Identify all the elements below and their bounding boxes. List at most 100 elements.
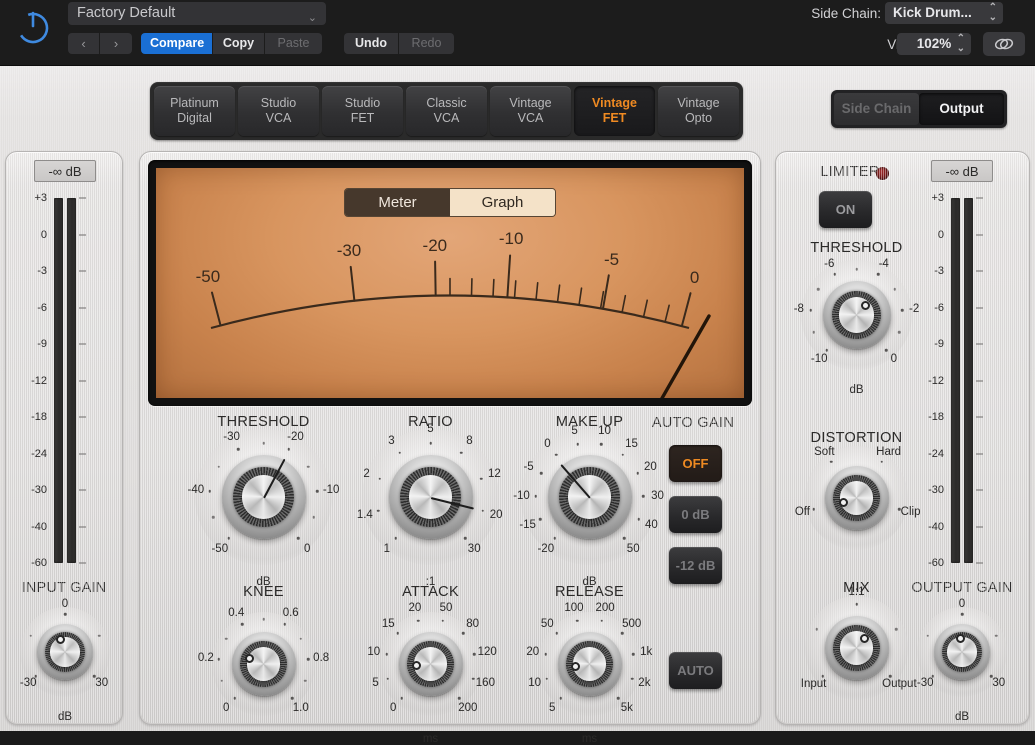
knob-scale-label: 0 [390,702,396,714]
tab-meter[interactable]: Meter [345,189,450,216]
circuit-label-line2: FET [603,111,627,126]
paste-button[interactable]: Paste [265,33,322,54]
ratio-knob[interactable]: RATIO11.42358122030:1 [343,414,518,574]
limiter-on-button[interactable]: ON [819,191,872,228]
view-zoom-value: 102% [917,36,952,51]
knob-scale-dot [554,537,557,540]
knob-scale-label: 1 [384,543,390,555]
knob-scale-label: 0 [62,598,68,610]
knob-scale-label: 5 [571,425,577,437]
knob-scale-dot [898,331,901,334]
undo-button[interactable]: Undo [344,33,399,54]
knob-scale-dot [35,675,38,678]
knob-scale-label: 30 [651,490,664,502]
copy-button[interactable]: Copy [213,33,265,54]
knob-body[interactable] [825,466,889,530]
knob-scale-dot [990,675,993,678]
tab-output[interactable]: Output [919,93,1004,125]
knob-title: THRESHOLD [757,240,957,256]
meter-tick [976,453,983,454]
knob-scale-label: 50 [627,543,640,555]
circuit-button-studio-fet[interactable]: StudioFET [322,86,403,136]
knob-scale-dot [895,628,898,631]
knob-scale-dot [228,537,231,540]
stepper-icon: ⌃⌄ [957,34,965,54]
knob-body[interactable] [823,281,891,349]
meter-tick [79,271,86,272]
knob-scale-dot [810,309,813,312]
knob-scale-label: -20 [537,543,554,555]
output-level-readout[interactable]: -∞ dB [931,160,993,182]
knob-scale-dot [617,697,620,700]
knob-scale-label: 12 [488,468,501,480]
meter-bar[interactable] [964,198,973,563]
circuit-button-platinum-digital[interactable]: PlatinumDigital [154,86,235,136]
output-gain-knob[interactable]: -30030dB [912,607,1012,717]
knee-knob[interactable]: KNEE00.20.40.60.81.0 [176,584,351,744]
vu-scale-label: -30 [337,241,362,261]
vu-scale-label: -50 [196,267,221,287]
knob-body[interactable] [825,616,889,680]
threshold-knob[interactable]: THRESHOLD-50-40-30-20-100dB [176,414,351,574]
auto-gain-minus12db-button[interactable]: -12 dB [669,547,722,584]
knob-scale-label: 0 [223,702,229,714]
limiter-threshold-knob[interactable]: THRESHOLD-10-8-6-4-20dB [769,240,944,385]
circuit-button-studio-vca[interactable]: StudioVCA [238,86,319,136]
auto-gain-off-button[interactable]: OFF [669,445,722,482]
makeup-knob[interactable]: MAKE UP-20-15-10-505101520304050dB [502,414,677,574]
circuit-button-classic-vca[interactable]: ClassicVCA [406,86,487,136]
meter-bar[interactable] [54,198,63,563]
knob-scale-label: 0.6 [283,607,299,619]
auto-gain-0db-button[interactable]: 0 dB [669,496,722,533]
knob-indicator-dot [956,634,965,643]
redo-button[interactable]: Redo [399,33,454,54]
knob-body[interactable] [558,632,622,696]
next-preset-button[interactable]: › [100,33,132,54]
knob-scale-label: 10 [528,677,541,689]
knob-scale-label: 0.8 [313,652,329,664]
knob-scale-label: 5 [427,423,433,435]
knob-scale-dot [995,635,998,638]
input-level-meter[interactable]: +30-3-6-9-12-18-24-30-40-60 [6,192,124,567]
sidechain-select[interactable]: Kick Drum... ⌃⌄ [885,2,1003,24]
knob-scale-dot [387,677,390,680]
knob-scale-label: -10 [811,353,828,365]
meter-scale-label: -60 [23,557,47,569]
link-icon[interactable] [983,32,1025,56]
input-gain-knob[interactable]: -30030dB [15,607,115,717]
knob-body[interactable] [389,455,473,539]
meter-bar[interactable] [67,198,76,563]
knob-scale-label: Soft [814,446,834,458]
preset-select[interactable]: Factory Default ⌄ [68,2,326,25]
view-zoom-select[interactable]: 102% ⌃⌄ [897,33,971,55]
meter-tick [79,307,86,308]
circuit-button-vintage-vca[interactable]: VintageVCA [490,86,571,136]
compare-button[interactable]: Compare [141,33,213,54]
circuit-button-vintage-fet[interactable]: VintageFET [574,86,655,136]
prev-preset-button[interactable]: ‹ [68,33,100,54]
knob-scale-dot [817,288,820,291]
knob-scale-label: 40 [645,519,658,531]
release-knob[interactable]: RELEASE51020501002005001k2k5kms [502,584,677,744]
knob-body[interactable] [399,632,463,696]
knob-body[interactable] [37,624,93,680]
knob-body[interactable] [934,624,990,680]
knob-scale-dot [209,490,212,493]
knob-scale-label: 20 [409,602,422,614]
knob-body[interactable] [222,455,306,539]
tab-graph[interactable]: Graph [450,189,555,216]
knob-scale-dot [826,349,829,352]
circuit-button-vintage-opto[interactable]: VintageOpto [658,86,739,136]
input-level-readout[interactable]: -∞ dB [34,160,96,182]
attack-knob[interactable]: ATTACK051015205080120160200ms [343,584,518,744]
knob-scale-dot [395,537,398,540]
knob-scale-dot [217,466,220,469]
knob-body[interactable] [232,632,296,696]
power-icon[interactable] [14,8,52,46]
meter-tick [976,526,983,527]
knob-body[interactable] [548,455,632,539]
knob-scale-dot [885,349,888,352]
tab-side-chain[interactable]: Side Chain [834,93,919,125]
knob-scale-label: 50 [541,618,554,630]
distortion-knob[interactable]: DISTORTIONOffSoftHardClip [769,430,944,570]
